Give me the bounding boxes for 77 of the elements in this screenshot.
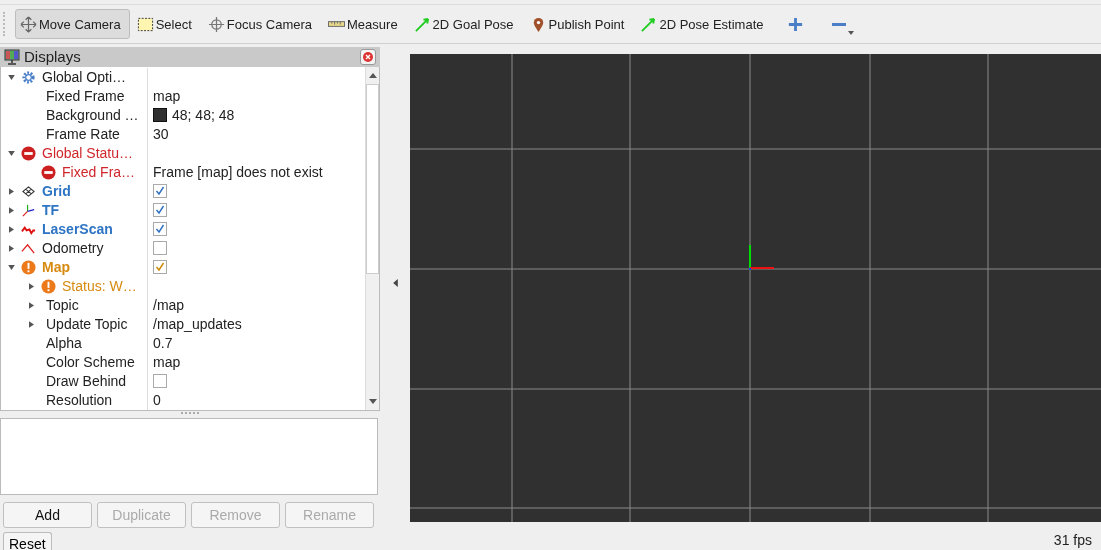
checkbox[interactable] xyxy=(153,241,167,256)
expand-arrow-icon[interactable] xyxy=(28,320,34,328)
fps-counter: 31 fps xyxy=(1053,532,1093,550)
vertical-scrollbar[interactable] xyxy=(365,66,379,410)
panel-button[interactable]: Add xyxy=(3,502,92,528)
tree-item-label[interactable]: Global Statu… xyxy=(42,145,134,162)
tree-item-label[interactable]: Background … xyxy=(42,107,139,124)
checkbox[interactable] xyxy=(153,184,167,199)
checkbox[interactable] xyxy=(153,260,167,275)
plus-icon xyxy=(787,15,805,33)
tool-button[interactable]: Move Camera xyxy=(15,9,130,39)
property-value: /map_updates xyxy=(153,316,242,333)
reset-button[interactable]: Reset xyxy=(3,532,52,550)
splitter-handle[interactable] xyxy=(181,412,199,417)
tree-item-label[interactable]: TF xyxy=(42,202,60,219)
tree-item-label[interactable]: Odometry xyxy=(42,240,104,257)
expand-arrow-icon[interactable] xyxy=(8,244,14,252)
property-value: 0.7 xyxy=(153,335,173,352)
tree-item-label[interactable]: Global Opti… xyxy=(42,69,127,86)
axes-icon xyxy=(21,202,36,218)
expand-arrow-icon[interactable] xyxy=(8,206,14,214)
property-value: 30 xyxy=(153,126,169,143)
expand-arrow-icon[interactable] xyxy=(28,301,34,309)
close-button[interactable] xyxy=(360,48,376,65)
arrow-icon xyxy=(640,15,658,33)
collapse-arrow-icon[interactable] xyxy=(392,278,398,287)
expand-arrow-icon[interactable] xyxy=(8,187,14,195)
checkbox[interactable] xyxy=(153,203,167,218)
minus-icon xyxy=(832,22,847,26)
scroll-thumb[interactable] xyxy=(366,83,379,275)
tree-item-label[interactable]: LaserScan xyxy=(42,221,113,238)
tool-button[interactable]: 2D Pose Estimate xyxy=(635,9,773,39)
scroll-up-icon[interactable] xyxy=(368,72,377,78)
warning-icon xyxy=(21,259,36,275)
tree-item-label[interactable]: Fixed Fra… xyxy=(62,164,136,181)
panel-title: Displays xyxy=(24,48,82,66)
expand-arrow-icon[interactable] xyxy=(7,150,15,156)
checkbox[interactable] xyxy=(153,374,167,389)
arrow-icon xyxy=(413,15,431,33)
tree-item-label[interactable]: Draw Behind xyxy=(42,373,127,390)
tree-item-label[interactable]: Resolution xyxy=(42,392,113,409)
property-value: /map xyxy=(153,297,185,314)
close-icon xyxy=(363,51,373,62)
frame-axes-drawing xyxy=(749,245,774,270)
error-icon xyxy=(21,145,36,161)
crosshair-icon xyxy=(207,15,225,33)
tool-button[interactable]: 2D Goal Pose xyxy=(408,9,523,39)
scroll-down-icon[interactable] xyxy=(368,398,377,404)
caret-icon xyxy=(848,31,855,35)
expand-arrow-icon[interactable] xyxy=(7,264,15,270)
tree-item-label[interactable]: Topic xyxy=(42,297,79,314)
tool-button[interactable]: Select xyxy=(131,9,201,39)
tree-item-label[interactable]: Frame Rate xyxy=(42,126,120,143)
tool-button[interactable]: Publish Point xyxy=(524,9,634,39)
monitor-icon xyxy=(4,48,20,65)
tool-button[interactable]: Measure xyxy=(323,9,407,39)
expand-arrow-icon[interactable] xyxy=(8,225,14,233)
tree-item-label[interactable]: Fixed Frame xyxy=(42,88,125,105)
property-value: map xyxy=(153,354,181,371)
property-value: Frame [map] does not exist xyxy=(153,164,323,181)
checkbox[interactable] xyxy=(153,222,167,237)
tree-item-label[interactable]: Color Scheme xyxy=(42,354,135,371)
selection-rectangle-icon xyxy=(136,15,154,33)
property-value: map xyxy=(153,88,181,105)
tree-item-label[interactable]: Grid xyxy=(42,183,71,200)
warning-icon xyxy=(41,278,56,294)
expand-arrow-icon[interactable] xyxy=(7,74,15,80)
property-value: 48; 48; 48 xyxy=(172,107,235,124)
property-value: 0 xyxy=(153,392,161,409)
tool-button[interactable]: Focus Camera xyxy=(202,9,322,39)
gear-icon xyxy=(21,69,36,85)
expand-arrow-icon[interactable] xyxy=(28,282,34,290)
grid-icon xyxy=(21,183,36,199)
move-arrows-icon xyxy=(20,15,37,33)
tree-item-label[interactable]: Alpha xyxy=(42,335,82,352)
error-icon xyxy=(41,164,56,180)
tree-item-label[interactable]: Update Topic xyxy=(42,316,128,333)
